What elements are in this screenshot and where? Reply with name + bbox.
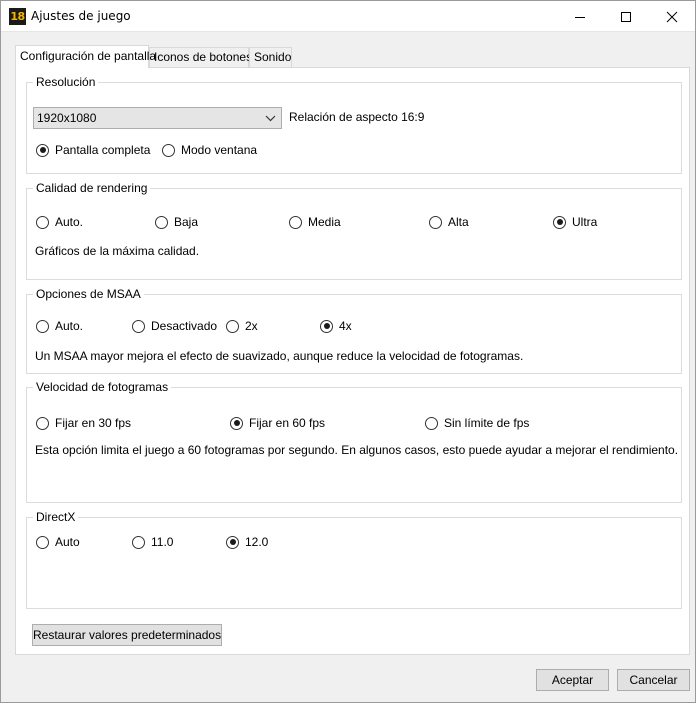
fps-unlimited-label: Sin límite de fps xyxy=(444,416,530,430)
msaa-off-label: Desactivado xyxy=(151,319,218,333)
tab-panel-display: Resolución 1920x1080 Relación de aspecto… xyxy=(15,67,690,655)
directx-11-radio[interactable]: 11.0 xyxy=(132,534,173,550)
rendering-quality-group: Calidad de rendering Auto. Baja Media Al… xyxy=(26,180,682,280)
radio-unchecked-icon xyxy=(132,535,145,549)
directx-auto-label: Auto xyxy=(55,535,80,549)
radio-checked-icon xyxy=(230,416,243,430)
fullscreen-radio[interactable]: Pantalla completa xyxy=(36,142,150,158)
windowed-label: Modo ventana xyxy=(181,143,258,157)
msaa-2x-radio[interactable]: 2x xyxy=(226,318,258,334)
framerate-description: Esta opción limita el juego a 60 fotogra… xyxy=(35,443,679,457)
radio-unchecked-icon xyxy=(226,319,239,333)
window-title: Ajustes de juego xyxy=(31,9,131,23)
windowed-radio[interactable]: Modo ventana xyxy=(162,142,257,158)
directx-group: DirectX Auto 11.0 12.0 xyxy=(26,509,682,609)
rendering-auto-radio[interactable]: Auto. xyxy=(36,214,83,230)
radio-unchecked-icon xyxy=(429,215,442,229)
chevron-down-icon xyxy=(265,115,276,122)
cancel-button[interactable]: Cancelar xyxy=(617,669,690,691)
directx-12-radio[interactable]: 12.0 xyxy=(226,534,268,550)
msaa-description: Un MSAA mayor mejora el efecto de suaviz… xyxy=(35,349,524,363)
rendering-auto-label: Auto. xyxy=(55,215,84,229)
msaa-auto-label: Auto. xyxy=(55,319,84,333)
radio-unchecked-icon xyxy=(36,319,49,333)
resolution-group: Resolución 1920x1080 Relación de aspecto… xyxy=(26,74,682,174)
radio-checked-icon xyxy=(226,535,239,549)
fps-30-radio[interactable]: Fijar en 30 fps xyxy=(36,415,131,431)
radio-checked-icon xyxy=(553,215,566,229)
rendering-high-label: Alta xyxy=(448,215,469,229)
fullscreen-label: Pantalla completa xyxy=(55,143,151,157)
fps-30-label: Fijar en 30 fps xyxy=(55,416,132,430)
accept-button[interactable]: Aceptar xyxy=(536,669,609,691)
framerate-group: Velocidad de fotogramas Fijar en 30 fps … xyxy=(26,379,682,503)
rendering-low-label: Baja xyxy=(174,215,199,229)
radio-unchecked-icon xyxy=(162,143,175,157)
directx-11-label: 11.0 xyxy=(151,535,174,549)
msaa-group-title: Opciones de MSAA xyxy=(33,286,144,302)
maximize-button[interactable] xyxy=(603,1,649,32)
msaa-4x-radio[interactable]: 4x xyxy=(320,318,352,334)
fps-unlimited-radio[interactable]: Sin límite de fps xyxy=(425,415,529,431)
settings-window: 18 Ajustes de juego Configuración de pan… xyxy=(0,0,696,703)
rendering-ultra-radio[interactable]: Ultra xyxy=(553,214,597,230)
radio-unchecked-icon xyxy=(155,215,168,229)
radio-unchecked-icon xyxy=(132,319,145,333)
directx-group-title: DirectX xyxy=(33,509,79,525)
restore-defaults-button[interactable]: Restaurar valores predeterminados xyxy=(32,624,222,646)
radio-unchecked-icon xyxy=(36,535,49,549)
rendering-description: Gráficos de la máxima calidad. xyxy=(35,244,200,258)
minimize-icon xyxy=(575,16,585,18)
directx-12-label: 12.0 xyxy=(245,535,269,549)
title-bar: 18 Ajustes de juego xyxy=(1,1,695,32)
rendering-low-radio[interactable]: Baja xyxy=(155,214,198,230)
msaa-2x-label: 2x xyxy=(245,319,258,333)
fps-60-radio[interactable]: Fijar en 60 fps xyxy=(230,415,325,431)
tab-button-icons[interactable]: Iconos de botones xyxy=(149,47,252,67)
radio-unchecked-icon xyxy=(425,416,438,430)
rendering-quality-group-title: Calidad de rendering xyxy=(33,180,151,196)
rendering-medium-radio[interactable]: Media xyxy=(289,214,341,230)
aspect-ratio-label: Relación de aspecto 16:9 xyxy=(289,110,425,124)
directx-auto-radio[interactable]: Auto xyxy=(36,534,80,550)
maximize-icon xyxy=(621,11,631,22)
resolution-select[interactable]: 1920x1080 xyxy=(33,107,282,129)
radio-checked-icon xyxy=(320,319,333,333)
tab-sound[interactable]: Sonido xyxy=(249,47,292,67)
msaa-4x-label: 4x xyxy=(339,319,352,333)
resolution-group-title: Resolución xyxy=(33,74,99,90)
rendering-high-radio[interactable]: Alta xyxy=(429,214,469,230)
minimize-button[interactable] xyxy=(557,1,603,32)
close-icon xyxy=(666,11,678,22)
radio-unchecked-icon xyxy=(36,416,49,430)
rendering-medium-label: Media xyxy=(308,215,341,229)
tab-display-settings[interactable]: Configuración de pantalla xyxy=(15,45,156,68)
radio-unchecked-icon xyxy=(36,215,49,229)
radio-checked-icon xyxy=(36,143,49,157)
msaa-off-radio[interactable]: Desactivado xyxy=(132,318,217,334)
close-button[interactable] xyxy=(649,1,695,32)
framerate-group-title: Velocidad de fotogramas xyxy=(33,379,172,395)
msaa-auto-radio[interactable]: Auto. xyxy=(36,318,83,334)
resolution-select-value: 1920x1080 xyxy=(37,111,97,125)
app-icon: 18 xyxy=(9,8,26,25)
fps-60-label: Fijar en 60 fps xyxy=(249,416,326,430)
msaa-group: Opciones de MSAA Auto. Desactivado 2x 4x… xyxy=(26,286,682,374)
rendering-ultra-label: Ultra xyxy=(572,215,598,229)
radio-unchecked-icon xyxy=(289,215,302,229)
